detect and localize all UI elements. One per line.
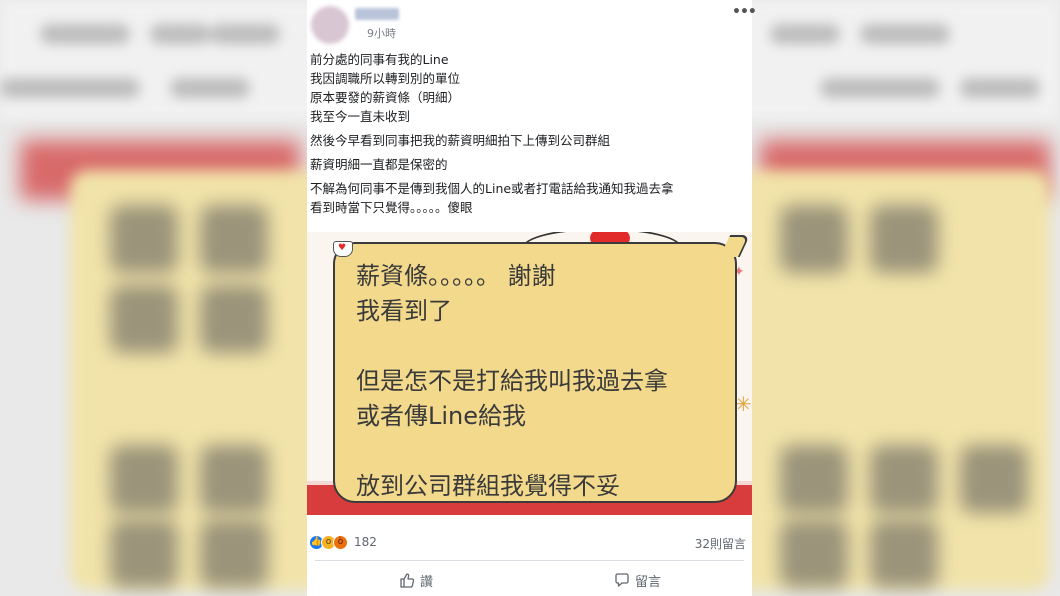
comment-label: 留言	[635, 574, 662, 590]
comment-icon	[615, 573, 629, 587]
post-timestamp[interactable]: 9小時	[367, 25, 396, 41]
bubble-line: 放到公司群組我覺得不妥	[356, 472, 620, 500]
comment-count[interactable]: 32則留言	[695, 535, 746, 552]
blurred-glyph	[110, 445, 178, 513]
post-body: 前分處的同事有我的Line 我因調職所以轉到別的單位 原本要發的薪資條（明細） …	[310, 50, 750, 217]
blurred-glyph	[780, 520, 848, 588]
blurred-glyph	[870, 205, 938, 273]
blurred-glyph	[780, 445, 848, 513]
blurred-glyph	[870, 445, 938, 513]
blurred-glyph	[780, 205, 848, 273]
post-image[interactable]: ✳ ✦ 薪資條。。。。。 謝謝 我看到了 但是怎不是打給我叫我過去拿 或者傳Li…	[307, 232, 752, 515]
bubble-line: 但是怎不是打給我叫我過去拿	[356, 367, 668, 395]
speech-bubble-tail	[719, 235, 751, 257]
post-line: 看到時當下只覺得。。。。。傻眼	[310, 200, 473, 215]
post-line: 原本要發的薪資條（明細）	[310, 90, 461, 105]
blurred-glyph	[110, 205, 178, 273]
bubble-message: 薪資條。。。。。 謝謝 我看到了 但是怎不是打給我叫我過去拿 或者傳Line給我…	[356, 259, 736, 504]
blurred-glyph	[200, 205, 268, 273]
post-line: 然後今早看到同事把我的薪資明細拍下上傳到公司群組	[310, 133, 611, 148]
post-line: 薪資明細一直都是保密的	[310, 157, 448, 172]
reaction-count: 182	[354, 535, 377, 549]
blurred-glyph	[110, 285, 178, 353]
like-label: 讚	[420, 574, 434, 590]
comment-button[interactable]: 留言	[614, 569, 661, 591]
bubble-line: 薪資條。。。。。 謝謝	[356, 262, 556, 290]
facebook-post: 9小時 ••• 前分處的同事有我的Line 我因調職所以轉到別的單位 原本要發的…	[307, 0, 757, 596]
thumbs-up-icon	[400, 573, 415, 588]
cup-icon: ♥	[333, 241, 353, 257]
blurred-glyph	[200, 285, 268, 353]
post-line: 我至今一直未收到	[310, 109, 411, 124]
post-line: 前分處的同事有我的Line	[310, 52, 449, 67]
more-horizontal-icon[interactable]: •••	[732, 4, 757, 20]
bubble-line: 或者傳Line給我	[356, 402, 527, 430]
reaction-summary[interactable]: 👍 o ò 182	[309, 533, 377, 551]
sparkle-icon: ✳	[735, 392, 752, 416]
post-line: 不解為何同事不是傳到我個人的Line或者打電話給我通知我過去拿	[310, 181, 674, 196]
blurred-glyph	[200, 445, 268, 513]
blurred-glyph	[200, 520, 268, 588]
blurred-glyph	[110, 520, 178, 588]
author-name-redacted[interactable]	[355, 8, 399, 20]
blurred-glyph	[960, 445, 1028, 513]
blurred-glyph	[870, 520, 938, 588]
speech-bubble: 薪資條。。。。。 謝謝 我看到了 但是怎不是打給我叫我過去拿 或者傳Line給我…	[333, 242, 737, 503]
angry-icon: ò	[333, 534, 348, 550]
heart-icon: ♥	[338, 243, 347, 253]
bubble-line: 我看到了	[356, 297, 452, 325]
post-line: 我因調職所以轉到別的單位	[310, 71, 461, 86]
divider	[315, 560, 744, 561]
avatar[interactable]	[311, 6, 349, 44]
like-button[interactable]: 讚	[399, 569, 433, 591]
